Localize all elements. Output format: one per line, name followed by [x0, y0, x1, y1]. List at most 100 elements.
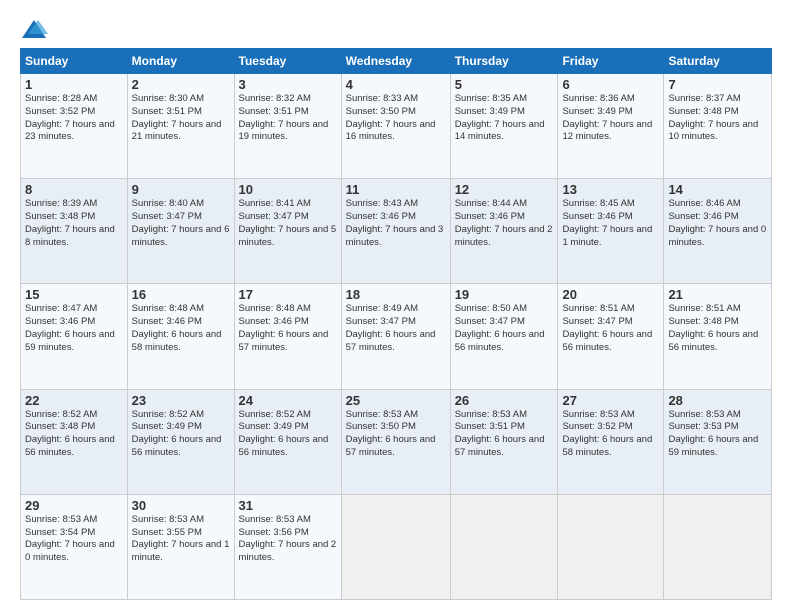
day-number: 8 [25, 182, 123, 197]
cell-info: Sunrise: 8:33 AMSunset: 3:50 PMDaylight:… [346, 93, 446, 144]
day-number: 13 [562, 182, 659, 197]
cell-info: Sunrise: 8:49 AMSunset: 3:47 PMDaylight:… [346, 303, 446, 354]
week-row-2: 8Sunrise: 8:39 AMSunset: 3:48 PMDaylight… [21, 179, 772, 284]
day-number: 11 [346, 182, 446, 197]
calendar-cell: 27Sunrise: 8:53 AMSunset: 3:52 PMDayligh… [558, 389, 664, 494]
calendar-cell: 5Sunrise: 8:35 AMSunset: 3:49 PMDaylight… [450, 74, 558, 179]
calendar-cell [664, 494, 772, 599]
calendar-cell: 22Sunrise: 8:52 AMSunset: 3:48 PMDayligh… [21, 389, 128, 494]
calendar-cell: 9Sunrise: 8:40 AMSunset: 3:47 PMDaylight… [127, 179, 234, 284]
cell-info: Sunrise: 8:53 AMSunset: 3:52 PMDaylight:… [562, 409, 659, 460]
day-number: 20 [562, 287, 659, 302]
header-day-friday: Friday [558, 49, 664, 74]
cell-info: Sunrise: 8:30 AMSunset: 3:51 PMDaylight:… [132, 93, 230, 144]
calendar-table: SundayMondayTuesdayWednesdayThursdayFrid… [20, 48, 772, 600]
day-number: 28 [668, 393, 767, 408]
day-number: 5 [455, 77, 554, 92]
cell-info: Sunrise: 8:52 AMSunset: 3:49 PMDaylight:… [239, 409, 337, 460]
day-number: 24 [239, 393, 337, 408]
header-day-thursday: Thursday [450, 49, 558, 74]
calendar-cell: 17Sunrise: 8:48 AMSunset: 3:46 PMDayligh… [234, 284, 341, 389]
day-number: 25 [346, 393, 446, 408]
week-row-4: 22Sunrise: 8:52 AMSunset: 3:48 PMDayligh… [21, 389, 772, 494]
day-number: 7 [668, 77, 767, 92]
cell-info: Sunrise: 8:47 AMSunset: 3:46 PMDaylight:… [25, 303, 123, 354]
day-number: 22 [25, 393, 123, 408]
cell-info: Sunrise: 8:52 AMSunset: 3:49 PMDaylight:… [132, 409, 230, 460]
week-row-5: 29Sunrise: 8:53 AMSunset: 3:54 PMDayligh… [21, 494, 772, 599]
day-number: 18 [346, 287, 446, 302]
cell-info: Sunrise: 8:53 AMSunset: 3:54 PMDaylight:… [25, 514, 123, 565]
calendar-cell: 30Sunrise: 8:53 AMSunset: 3:55 PMDayligh… [127, 494, 234, 599]
day-number: 15 [25, 287, 123, 302]
cell-info: Sunrise: 8:53 AMSunset: 3:56 PMDaylight:… [239, 514, 337, 565]
day-number: 4 [346, 77, 446, 92]
day-number: 31 [239, 498, 337, 513]
day-number: 30 [132, 498, 230, 513]
calendar-cell [341, 494, 450, 599]
cell-info: Sunrise: 8:52 AMSunset: 3:48 PMDaylight:… [25, 409, 123, 460]
header-day-saturday: Saturday [664, 49, 772, 74]
calendar-cell: 20Sunrise: 8:51 AMSunset: 3:47 PMDayligh… [558, 284, 664, 389]
cell-info: Sunrise: 8:53 AMSunset: 3:50 PMDaylight:… [346, 409, 446, 460]
day-number: 29 [25, 498, 123, 513]
cell-info: Sunrise: 8:35 AMSunset: 3:49 PMDaylight:… [455, 93, 554, 144]
calendar-header: SundayMondayTuesdayWednesdayThursdayFrid… [21, 49, 772, 74]
day-number: 19 [455, 287, 554, 302]
cell-info: Sunrise: 8:48 AMSunset: 3:46 PMDaylight:… [239, 303, 337, 354]
calendar-cell: 12Sunrise: 8:44 AMSunset: 3:46 PMDayligh… [450, 179, 558, 284]
cell-info: Sunrise: 8:36 AMSunset: 3:49 PMDaylight:… [562, 93, 659, 144]
calendar-cell: 8Sunrise: 8:39 AMSunset: 3:48 PMDaylight… [21, 179, 128, 284]
logo [20, 18, 52, 40]
calendar-cell: 16Sunrise: 8:48 AMSunset: 3:46 PMDayligh… [127, 284, 234, 389]
cell-info: Sunrise: 8:32 AMSunset: 3:51 PMDaylight:… [239, 93, 337, 144]
calendar-cell: 10Sunrise: 8:41 AMSunset: 3:47 PMDayligh… [234, 179, 341, 284]
calendar-cell: 2Sunrise: 8:30 AMSunset: 3:51 PMDaylight… [127, 74, 234, 179]
day-number: 21 [668, 287, 767, 302]
header [20, 18, 772, 40]
calendar-cell: 19Sunrise: 8:50 AMSunset: 3:47 PMDayligh… [450, 284, 558, 389]
day-number: 9 [132, 182, 230, 197]
cell-info: Sunrise: 8:46 AMSunset: 3:46 PMDaylight:… [668, 198, 767, 249]
header-day-monday: Monday [127, 49, 234, 74]
header-day-sunday: Sunday [21, 49, 128, 74]
cell-info: Sunrise: 8:51 AMSunset: 3:48 PMDaylight:… [668, 303, 767, 354]
calendar-cell: 15Sunrise: 8:47 AMSunset: 3:46 PMDayligh… [21, 284, 128, 389]
calendar-cell: 18Sunrise: 8:49 AMSunset: 3:47 PMDayligh… [341, 284, 450, 389]
cell-info: Sunrise: 8:45 AMSunset: 3:46 PMDaylight:… [562, 198, 659, 249]
cell-info: Sunrise: 8:40 AMSunset: 3:47 PMDaylight:… [132, 198, 230, 249]
day-number: 2 [132, 77, 230, 92]
calendar-cell: 7Sunrise: 8:37 AMSunset: 3:48 PMDaylight… [664, 74, 772, 179]
calendar-cell: 29Sunrise: 8:53 AMSunset: 3:54 PMDayligh… [21, 494, 128, 599]
day-number: 14 [668, 182, 767, 197]
calendar-cell: 1Sunrise: 8:28 AMSunset: 3:52 PMDaylight… [21, 74, 128, 179]
cell-info: Sunrise: 8:39 AMSunset: 3:48 PMDaylight:… [25, 198, 123, 249]
calendar-cell: 31Sunrise: 8:53 AMSunset: 3:56 PMDayligh… [234, 494, 341, 599]
calendar-cell: 4Sunrise: 8:33 AMSunset: 3:50 PMDaylight… [341, 74, 450, 179]
day-number: 27 [562, 393, 659, 408]
cell-info: Sunrise: 8:44 AMSunset: 3:46 PMDaylight:… [455, 198, 554, 249]
cell-info: Sunrise: 8:43 AMSunset: 3:46 PMDaylight:… [346, 198, 446, 249]
day-number: 1 [25, 77, 123, 92]
calendar-cell [558, 494, 664, 599]
calendar-cell [450, 494, 558, 599]
calendar-cell: 3Sunrise: 8:32 AMSunset: 3:51 PMDaylight… [234, 74, 341, 179]
day-number: 16 [132, 287, 230, 302]
page: SundayMondayTuesdayWednesdayThursdayFrid… [0, 0, 792, 612]
cell-info: Sunrise: 8:28 AMSunset: 3:52 PMDaylight:… [25, 93, 123, 144]
calendar-cell: 25Sunrise: 8:53 AMSunset: 3:50 PMDayligh… [341, 389, 450, 494]
day-number: 3 [239, 77, 337, 92]
cell-info: Sunrise: 8:41 AMSunset: 3:47 PMDaylight:… [239, 198, 337, 249]
calendar-cell: 13Sunrise: 8:45 AMSunset: 3:46 PMDayligh… [558, 179, 664, 284]
day-number: 10 [239, 182, 337, 197]
header-day-wednesday: Wednesday [341, 49, 450, 74]
calendar-cell: 14Sunrise: 8:46 AMSunset: 3:46 PMDayligh… [664, 179, 772, 284]
calendar-cell: 24Sunrise: 8:52 AMSunset: 3:49 PMDayligh… [234, 389, 341, 494]
logo-icon [20, 18, 48, 40]
cell-info: Sunrise: 8:53 AMSunset: 3:51 PMDaylight:… [455, 409, 554, 460]
calendar-body: 1Sunrise: 8:28 AMSunset: 3:52 PMDaylight… [21, 74, 772, 600]
header-row: SundayMondayTuesdayWednesdayThursdayFrid… [21, 49, 772, 74]
day-number: 26 [455, 393, 554, 408]
day-number: 17 [239, 287, 337, 302]
cell-info: Sunrise: 8:53 AMSunset: 3:53 PMDaylight:… [668, 409, 767, 460]
